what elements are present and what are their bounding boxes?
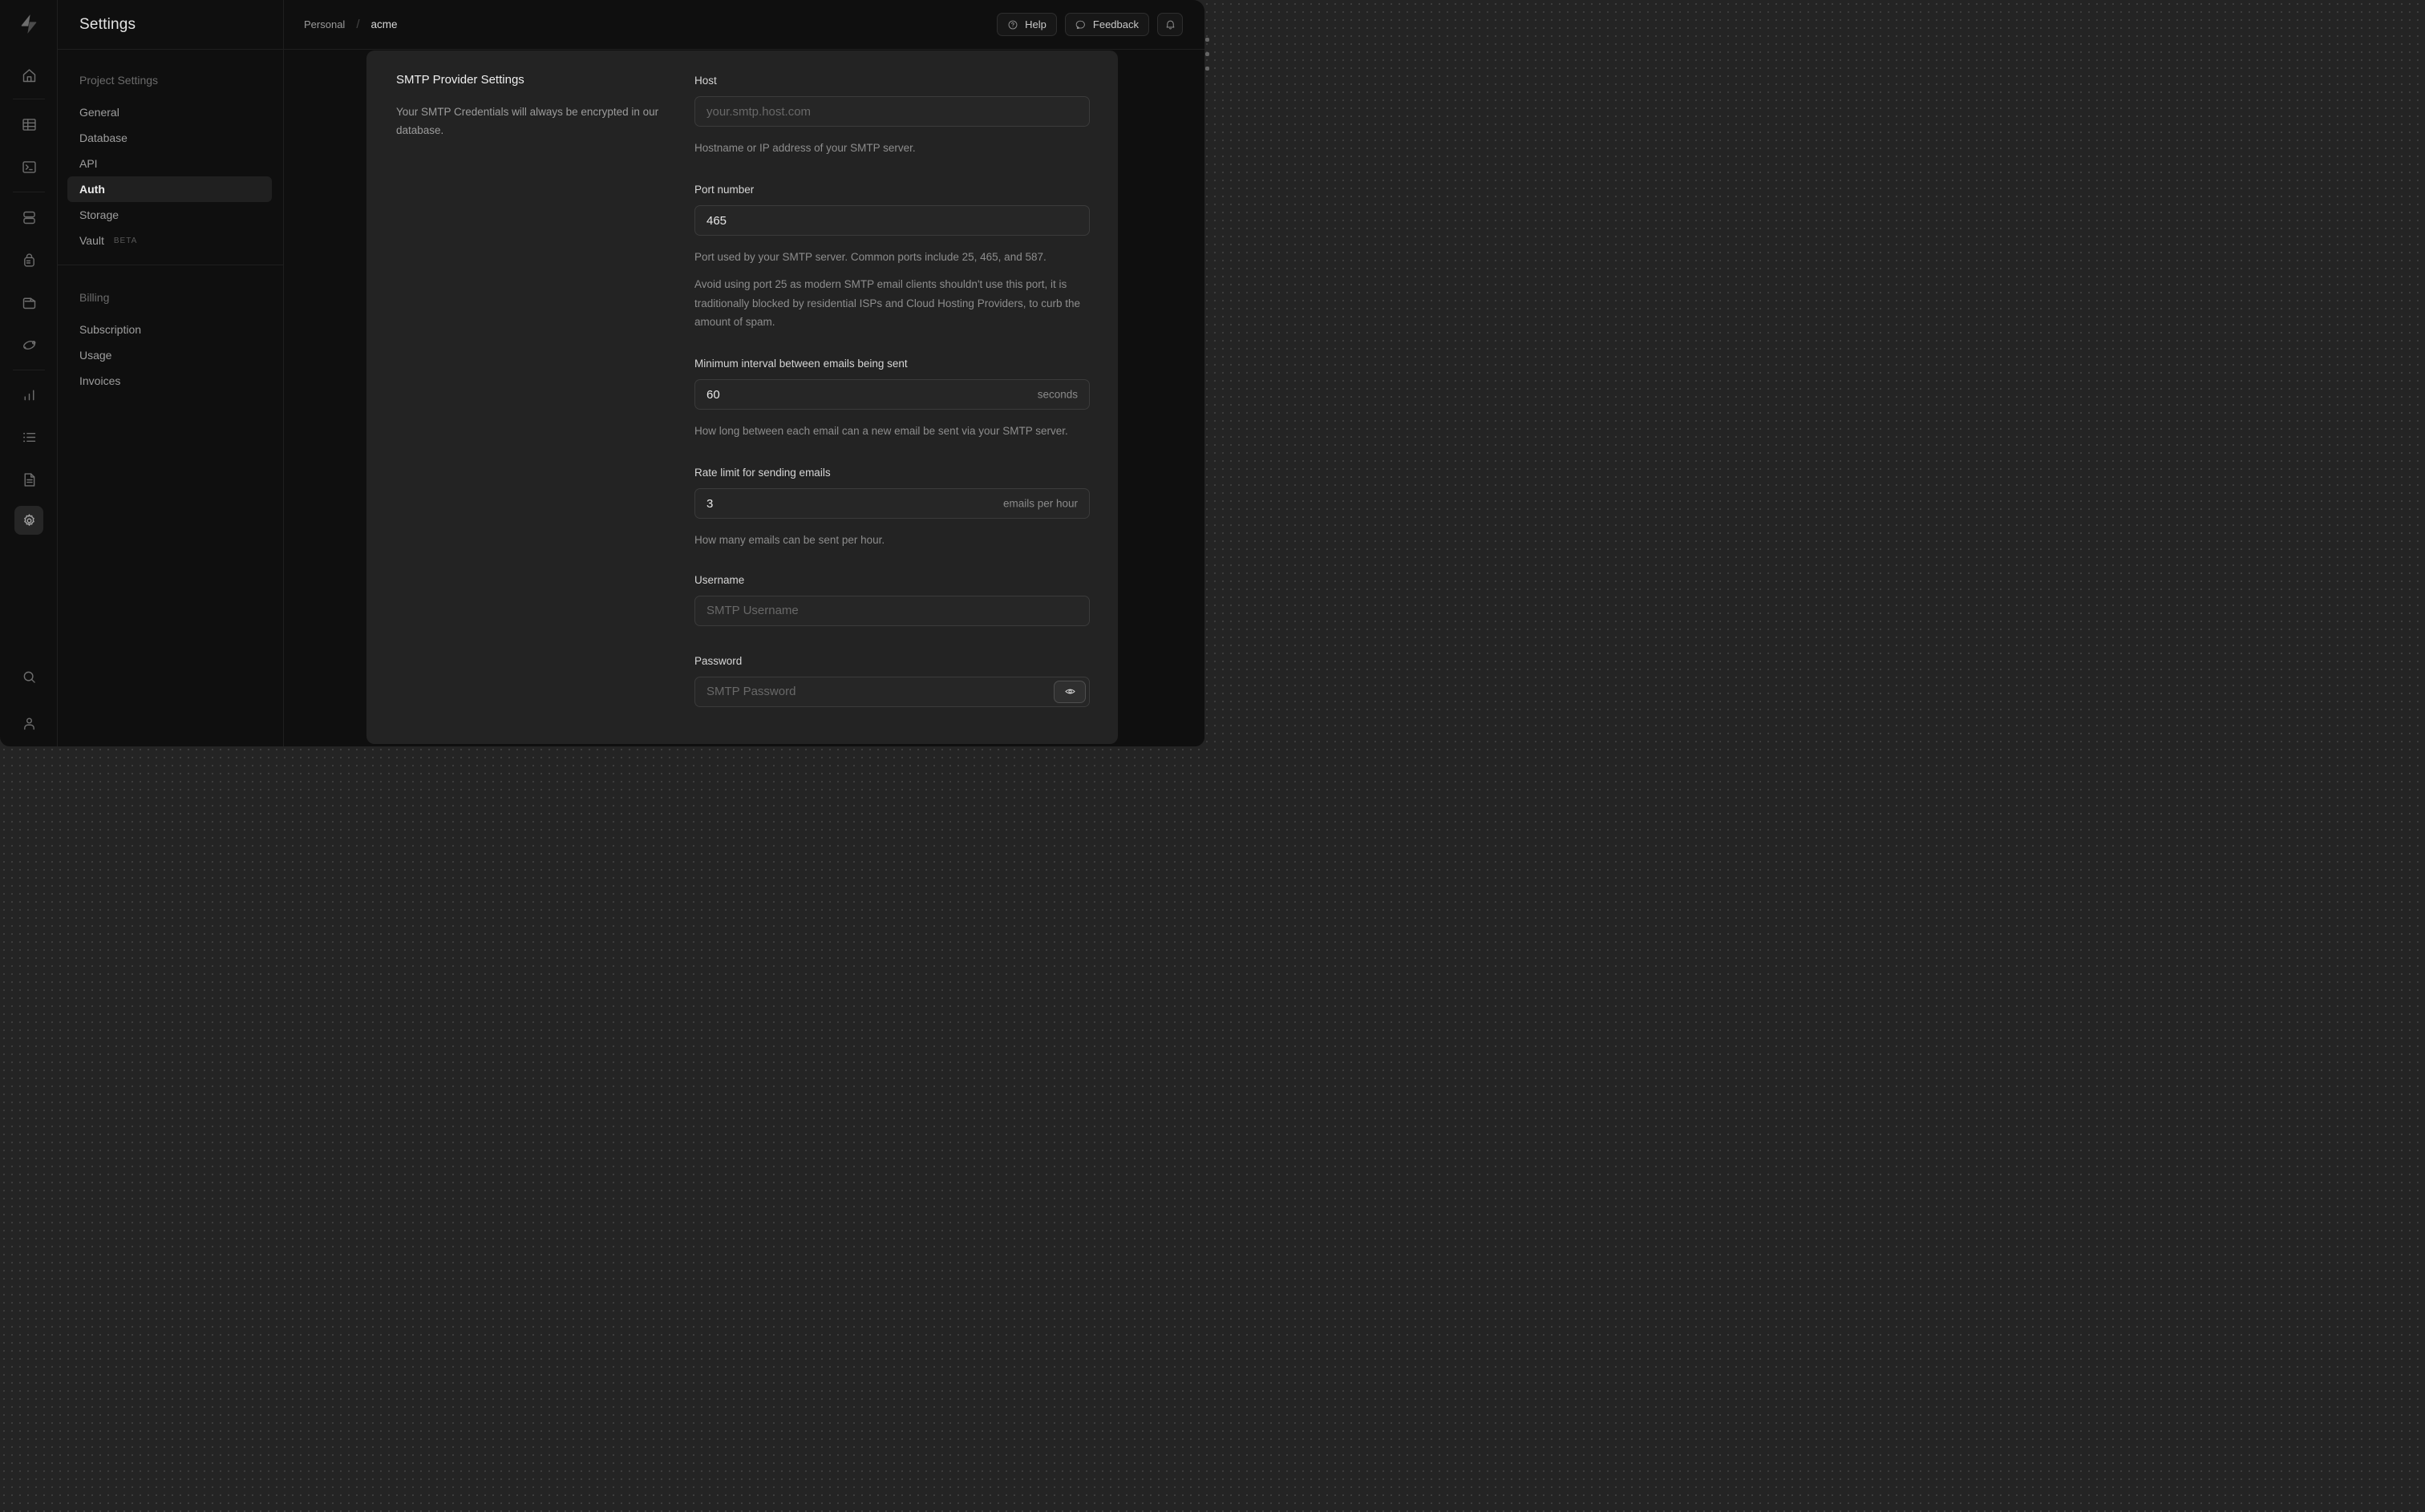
icon-rail xyxy=(0,0,58,746)
storage-folder-icon xyxy=(22,297,35,309)
smtp-username-input[interactable] xyxy=(694,595,1090,626)
sidebar-item-vault-label: Vault xyxy=(79,234,104,247)
main-area: SMTP Provider Settings Your SMTP Credent… xyxy=(284,50,1204,746)
sidebar-item-vault[interactable]: Vault BETA xyxy=(67,228,272,253)
right-column: Settings Personal / acme Help Feedback P… xyxy=(58,0,1204,746)
smtp-section-intro: SMTP Provider Settings Your SMTP Credent… xyxy=(396,73,661,744)
interval-field-group: Minimum interval between emails being se… xyxy=(694,358,1090,440)
search-icon xyxy=(23,671,35,683)
rail-item-reports[interactable] xyxy=(14,380,43,409)
help-button-label: Help xyxy=(1025,18,1047,30)
page-title: Settings xyxy=(79,15,136,33)
scrollbar-dot[interactable] xyxy=(1205,38,1209,42)
auth-lock-icon xyxy=(23,253,34,267)
sidebar-item-auth[interactable]: Auth xyxy=(67,176,272,202)
topbar-actions: Help Feedback xyxy=(997,13,1204,36)
scrollbar-dot[interactable] xyxy=(1205,67,1209,71)
password-field-group: Password xyxy=(694,655,1090,707)
help-button[interactable]: Help xyxy=(997,13,1057,36)
breadcrumb-org[interactable]: Personal xyxy=(304,18,345,30)
app-window: Settings Personal / acme Help Feedback P… xyxy=(0,0,1204,746)
rail-item-search[interactable] xyxy=(14,662,43,691)
settings-menu: Project Settings General Database API Au… xyxy=(58,50,284,746)
breadcrumb-separator: / xyxy=(356,18,360,31)
rate-limit-help: How many emails can be sent per hour. xyxy=(694,534,885,547)
sidebar-item-api[interactable]: API xyxy=(67,151,272,176)
edge-functions-icon xyxy=(22,340,35,350)
rail-item-home[interactable] xyxy=(14,61,43,90)
host-field-group: Host Hostname or IP address of your SMTP… xyxy=(694,75,1090,157)
sidebar-item-general[interactable]: General xyxy=(67,99,272,125)
reveal-password-button[interactable] xyxy=(1054,680,1086,703)
smtp-form: Host Hostname or IP address of your SMTP… xyxy=(694,73,1090,744)
port-field-group: Port number Port used by your SMTP serve… xyxy=(694,184,1090,331)
menu-section-heading: Billing xyxy=(79,291,110,304)
username-label: Username xyxy=(694,573,745,586)
host-input[interactable] xyxy=(694,96,1090,127)
sidebar-item-subscription[interactable]: Subscription xyxy=(67,317,272,342)
feedback-bubble-icon xyxy=(1075,20,1085,29)
port-label: Port number xyxy=(694,184,755,196)
interval-label: Minimum interval between emails being se… xyxy=(694,358,908,370)
interval-input[interactable] xyxy=(694,379,1090,410)
username-field-group: Username xyxy=(694,574,1090,626)
port-input[interactable] xyxy=(694,205,1090,237)
user-icon xyxy=(23,718,34,730)
help-circle-icon xyxy=(1008,20,1018,29)
settings-gear-icon xyxy=(23,513,34,526)
rate-limit-field-group: Rate limit for sending emails emails per… xyxy=(694,467,1090,549)
content-row: Project Settings General Database API Au… xyxy=(58,50,1204,746)
database-icon xyxy=(22,211,35,224)
breadcrumb-project[interactable]: acme xyxy=(370,18,397,30)
feedback-button-label: Feedback xyxy=(1092,18,1139,30)
rate-limit-label: Rate limit for sending emails xyxy=(694,467,831,479)
menu-section-heading: Project Settings xyxy=(79,74,159,87)
rail-item-logs[interactable] xyxy=(14,422,43,451)
rail-item-storage[interactable] xyxy=(14,288,43,317)
section-title: SMTP Provider Settings xyxy=(396,73,524,87)
bell-icon xyxy=(1166,20,1174,30)
sql-editor-icon xyxy=(22,160,36,173)
rail-item-sql-editor[interactable] xyxy=(14,152,43,181)
rail-item-table-editor[interactable] xyxy=(14,110,43,139)
beta-badge: BETA xyxy=(113,237,138,245)
breadcrumb: Personal / acme xyxy=(304,18,398,31)
interval-help: How long between each email can a new em… xyxy=(694,425,1068,438)
rail-item-settings[interactable] xyxy=(14,506,43,535)
sidebar-item-storage[interactable]: Storage xyxy=(67,202,272,228)
rail-item-auth[interactable] xyxy=(14,245,43,274)
section-description: Your SMTP Credentials will always be enc… xyxy=(396,106,659,137)
notifications-button[interactable] xyxy=(1157,13,1183,36)
sidebar-item-usage[interactable]: Usage xyxy=(67,342,272,368)
sidebar-header: Settings xyxy=(58,0,284,49)
scrollbar-dot[interactable] xyxy=(1205,52,1209,56)
port-note: Avoid using port 25 as modern SMTP email… xyxy=(694,278,1081,328)
docs-file-icon xyxy=(24,472,34,487)
sidebar-item-database[interactable]: Database xyxy=(67,125,272,151)
rail-item-database[interactable] xyxy=(14,203,43,232)
supabase-bolt-icon[interactable] xyxy=(18,13,40,35)
host-label: Host xyxy=(694,75,717,87)
home-icon xyxy=(22,68,35,82)
feedback-button[interactable]: Feedback xyxy=(1064,13,1149,36)
smtp-password-input[interactable] xyxy=(694,676,1090,707)
sidebar-item-invoices[interactable]: Invoices xyxy=(67,368,272,394)
port-help: Port used by your SMTP server. Common po… xyxy=(694,251,1047,264)
topbar: Settings Personal / acme Help Feedback xyxy=(58,0,1204,50)
rail-item-docs[interactable] xyxy=(14,465,43,494)
rail-item-profile[interactable] xyxy=(14,709,43,738)
eye-icon xyxy=(1064,689,1075,694)
reports-chart-icon xyxy=(24,390,34,400)
smtp-settings-panel: SMTP Provider Settings Your SMTP Credent… xyxy=(366,51,1118,744)
rate-limit-input[interactable] xyxy=(694,488,1090,519)
password-label: Password xyxy=(694,654,743,667)
host-help: Hostname or IP address of your SMTP serv… xyxy=(694,142,916,154)
table-editor-icon xyxy=(22,118,36,131)
logs-list-icon xyxy=(22,432,35,442)
rail-item-edge-functions[interactable] xyxy=(14,330,43,359)
